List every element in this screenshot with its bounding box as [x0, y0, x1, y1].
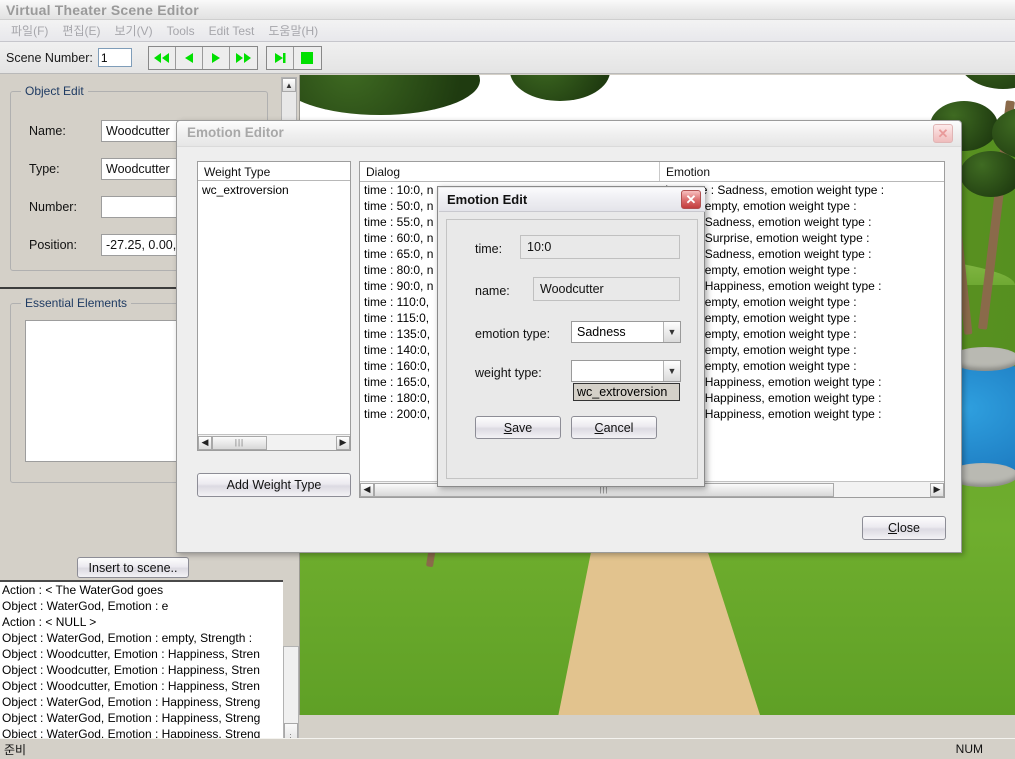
position-label: Position: [29, 238, 77, 252]
emotion-editor-titlebar[interactable]: Emotion Editor ✕ [177, 121, 961, 147]
emotion-edit-title: Emotion Edit [447, 192, 528, 207]
event-log-panel: Action : < The WaterGod goes Object : Wa… [0, 580, 300, 759]
rewind-icon [153, 52, 169, 63]
weight-type-select[interactable]: ▼ [571, 360, 681, 382]
menu-item-view[interactable]: 보기(V) [107, 20, 159, 41]
scroll-left-icon[interactable]: ◀ [360, 482, 374, 497]
name-label: name: [475, 284, 510, 298]
cancel-button[interactable]: Cancel [571, 416, 657, 439]
weight-type-label: weight type: [475, 366, 542, 380]
save-button[interactable]: Save [475, 416, 561, 439]
object-edit-legend: Object Edit [21, 84, 88, 98]
stop-icon [301, 51, 314, 64]
list-item[interactable]: Object : WaterGod, Emotion : empty, Stre… [0, 630, 283, 646]
save-button-rest: ave [512, 420, 533, 435]
emotion-column-header[interactable]: Emotion [660, 162, 944, 181]
play-button[interactable] [202, 46, 230, 69]
menu-bar: 파일(F) 편집(E) 보기(V) Tools Edit Test 도움말(H) [0, 20, 1015, 42]
chevron-down-icon[interactable]: ▼ [663, 322, 680, 342]
close-icon[interactable]: ✕ [933, 124, 953, 143]
menu-item-help[interactable]: 도움말(H) [261, 20, 325, 41]
close-button[interactable]: Close [862, 516, 946, 540]
insert-to-scene-button[interactable]: Insert to scene.. [77, 557, 189, 578]
event-log-list[interactable]: Action : < The WaterGod goes Object : Wa… [0, 580, 283, 759]
emotion-editor-title: Emotion Editor [187, 125, 284, 140]
rewind-button[interactable] [148, 46, 176, 69]
list-item[interactable]: Object : Woodcutter, Emotion : Happiness… [0, 646, 283, 662]
chevron-down-icon[interactable]: ▼ [663, 361, 680, 381]
status-bar: 준비 NUM [0, 738, 1015, 759]
save-button-first-letter: S [503, 420, 513, 435]
step-icon [274, 52, 286, 63]
emotion-edit-dialog: Emotion Edit ✕ time: 10:0 name: Woodcutt… [437, 186, 705, 487]
time-label: time: [475, 242, 503, 256]
application-titlebar: Virtual Theater Scene Editor [0, 0, 1015, 20]
panel-divider [0, 287, 182, 289]
emotion-type-select[interactable]: Sadness ▼ [571, 321, 681, 343]
weight-type-header: Weight Type [198, 162, 350, 181]
list-item[interactable]: Action : < The WaterGod goes [0, 582, 283, 598]
close-button-first-letter: C [888, 521, 898, 535]
stop-button[interactable] [293, 46, 321, 69]
emotion-edit-body: time: 10:0 name: Woodcutter emotion type… [446, 219, 698, 479]
scene-number-input[interactable] [97, 48, 132, 67]
name-label: Name: [29, 124, 66, 138]
number-label: Number: [29, 200, 77, 214]
close-button-rest: lose [897, 521, 920, 535]
menu-item-edit-test[interactable]: Edit Test [202, 22, 262, 40]
play-icon [211, 52, 220, 63]
list-item[interactable]: Action : < NULL > [0, 614, 283, 630]
add-weight-type-button[interactable]: Add Weight Type [197, 473, 351, 497]
essential-elements-legend: Essential Elements [21, 296, 132, 310]
num-lock-indicator: NUM [955, 742, 983, 756]
essential-elements-list[interactable] [25, 320, 181, 462]
toolbar: Scene Number: [0, 42, 1015, 74]
dialog-column-header[interactable]: Dialog [360, 162, 660, 181]
application-title: Virtual Theater Scene Editor [6, 2, 199, 18]
previous-icon [184, 52, 193, 63]
time-field[interactable]: 10:0 [520, 235, 680, 259]
name-field[interactable]: Woodcutter [533, 277, 680, 301]
cancel-button-rest: ancel [603, 420, 634, 435]
previous-button[interactable] [175, 46, 203, 69]
transport-button-group [147, 45, 258, 70]
emotion-type-label: emotion type: [475, 327, 551, 341]
list-item[interactable]: Object : Woodcutter, Emotion : Happiness… [0, 678, 283, 694]
status-text: 준비 [4, 742, 27, 757]
step-button[interactable] [266, 46, 294, 69]
list-item[interactable]: Object : Woodcutter, Emotion : Happiness… [0, 662, 283, 678]
weight-type-item[interactable]: wc_extroversion [198, 181, 350, 197]
scroll-right-icon[interactable]: ▶ [336, 435, 350, 450]
scroll-thumb-horizontal[interactable]: ||| [212, 435, 267, 450]
close-icon[interactable]: ✕ [681, 190, 701, 209]
scroll-up-icon[interactable]: ▲ [282, 78, 296, 92]
list-item[interactable]: Object : WaterGod, Emotion : Happiness, … [0, 710, 283, 726]
emotion-type-value: Sadness [577, 325, 626, 339]
menu-item-file[interactable]: 파일(F) [4, 20, 55, 41]
weight-type-hscrollbar[interactable]: ◀ ||| ▶ [198, 434, 350, 450]
menu-item-edit[interactable]: 편집(E) [55, 20, 107, 41]
type-label: Type: [29, 162, 60, 176]
scroll-left-icon[interactable]: ◀ [198, 435, 212, 450]
weight-type-dropdown-option[interactable]: wc_extroversion [573, 383, 680, 401]
scroll-right-icon[interactable]: ▶ [930, 482, 944, 497]
playback-button-group [265, 45, 322, 70]
emotion-edit-titlebar[interactable]: Emotion Edit ✕ [439, 188, 705, 212]
weight-type-panel: Weight Type wc_extroversion ◀ ||| ▶ [197, 161, 351, 451]
scene-number-label: Scene Number: [6, 50, 93, 65]
list-item[interactable]: Object : WaterGod, Emotion : Happiness, … [0, 694, 283, 710]
fast-forward-icon [236, 52, 252, 63]
list-item[interactable]: Object : WaterGod, Emotion : e [0, 598, 283, 614]
fast-forward-button[interactable] [229, 46, 257, 69]
menu-item-tools[interactable]: Tools [160, 22, 202, 40]
cancel-button-first-letter: C [594, 420, 604, 435]
